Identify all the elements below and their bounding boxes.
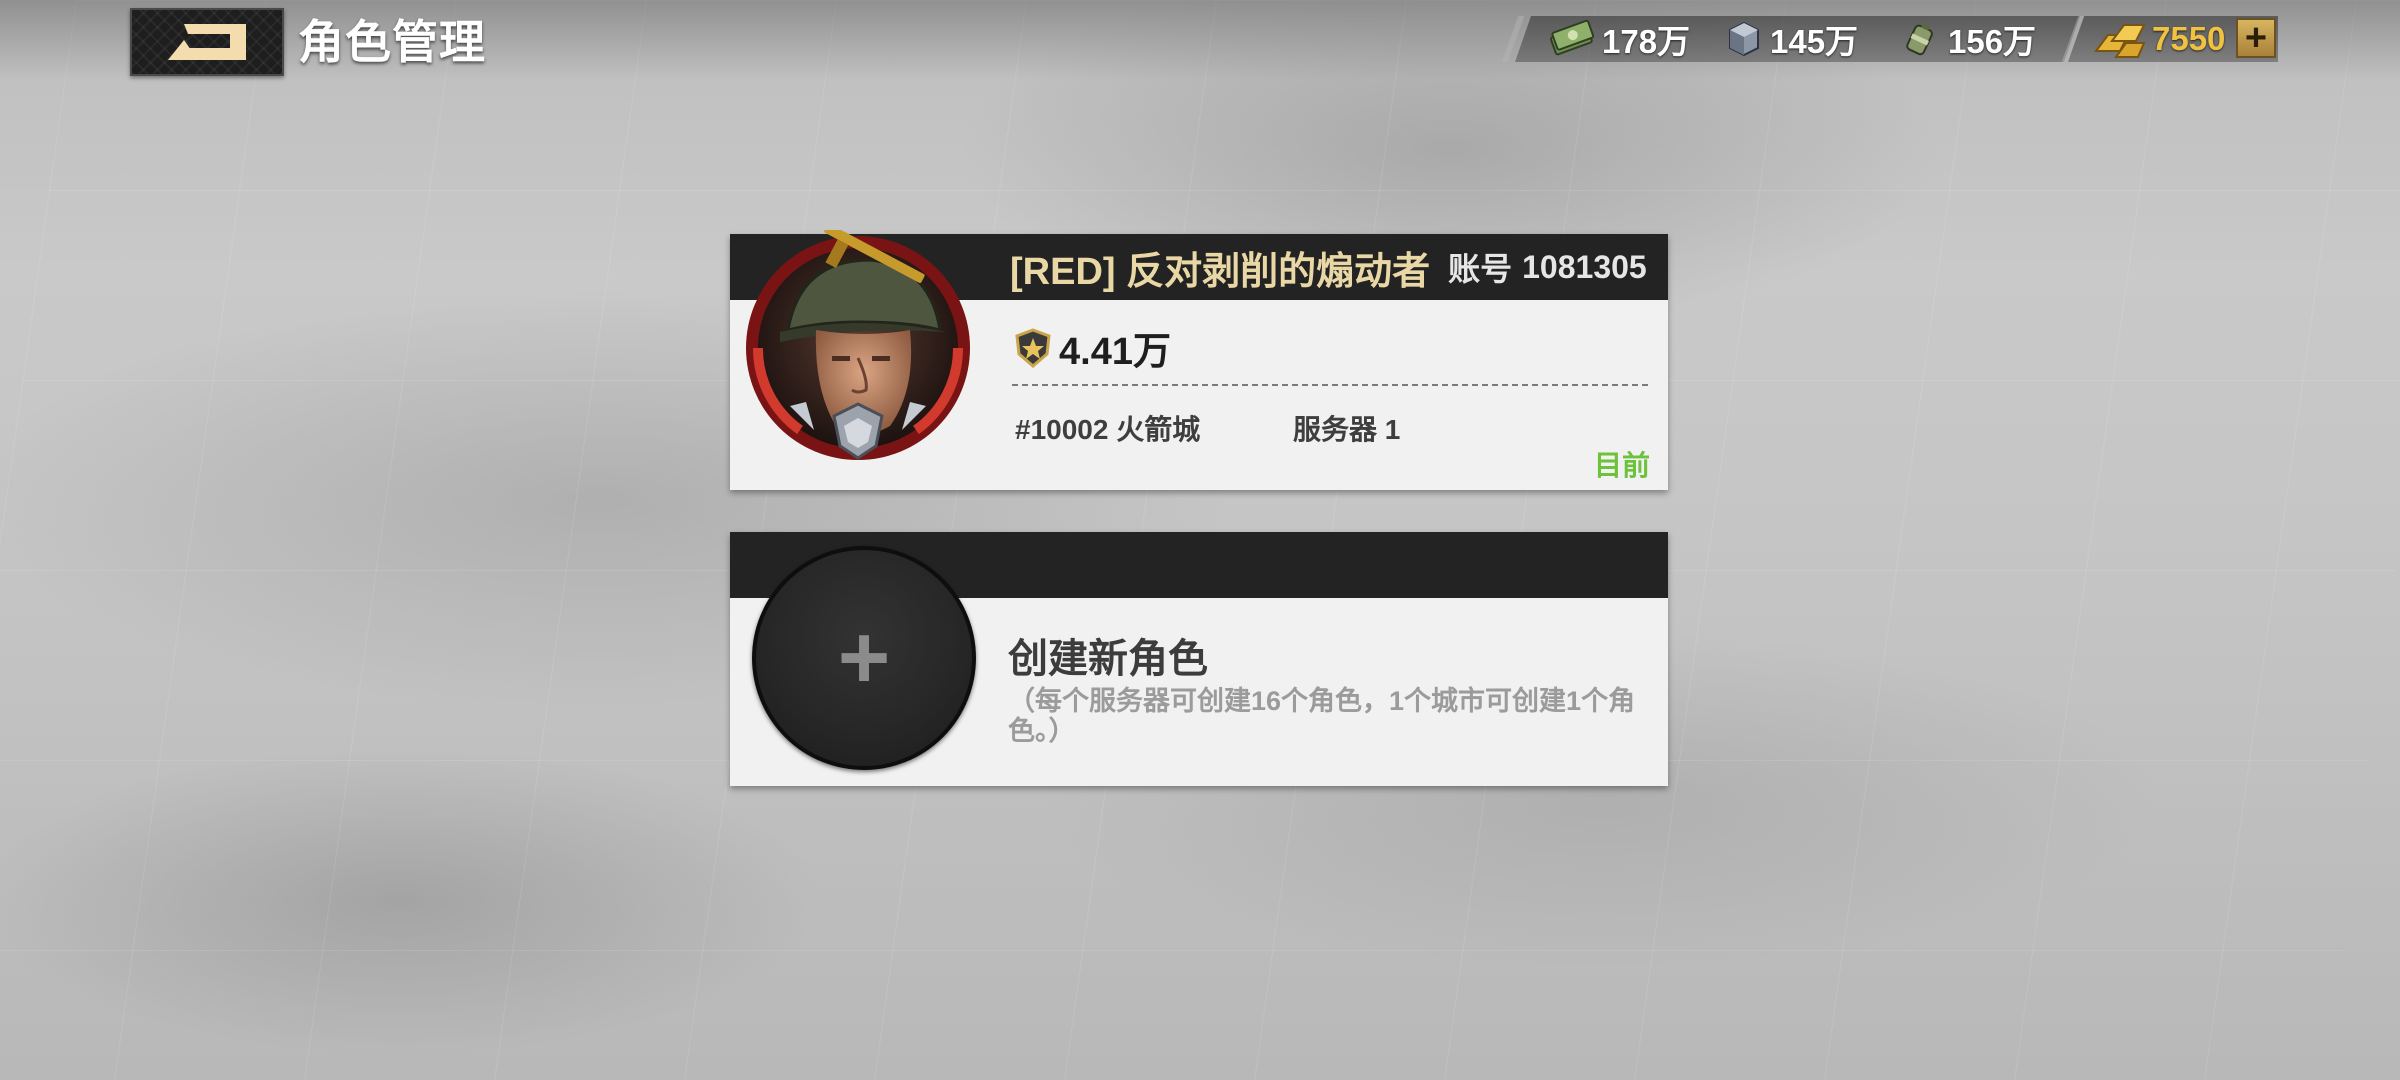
create-note: （每个服务器可创建16个角色，1个城市可创建1个角色。）	[1008, 686, 1636, 746]
account-id: 1081305	[1522, 248, 1647, 285]
cash-value: 178万	[1602, 23, 1691, 60]
account-label: 账号	[1448, 251, 1513, 287]
resource-oil[interactable]: 156万	[1900, 16, 2036, 62]
server-label: 服务器 1	[1293, 414, 1401, 445]
character-card[interactable]: [RED] 反对剥削的煽动者 账号 1081305 4.41万 #10002 火…	[730, 230, 1668, 490]
steel-icon	[1729, 21, 1759, 57]
steel-value: 145万	[1770, 23, 1859, 60]
divider	[1012, 384, 1648, 386]
create-title: 创建新角色	[1008, 637, 1208, 681]
create-character-card[interactable]: 创建新角色 （每个服务器可创建16个角色，1个城市可创建1个角色。） +	[730, 532, 1668, 786]
power-value: 4.41万	[1059, 331, 1171, 373]
create-character-button[interactable]: +	[752, 546, 976, 770]
power-row: 4.41万	[1015, 320, 1171, 375]
gold-value: 7550	[2152, 20, 2226, 57]
gold-bars-icon	[2094, 24, 2146, 58]
current-status: 目前	[1593, 450, 1650, 481]
cash-icon	[1549, 19, 1594, 56]
back-button[interactable]	[130, 8, 284, 76]
resource-gold[interactable]: 7550	[2092, 16, 2225, 62]
plus-icon: +	[837, 608, 891, 708]
add-gold-button[interactable]: +	[2236, 18, 2276, 58]
game-screen: 角色管理 178万 145万 156万 7550 + [RED] 反对剥削的煽动…	[0, 0, 2400, 1080]
oil-icon	[1906, 21, 1933, 56]
back-arrow-icon	[168, 24, 246, 60]
resource-cash[interactable]: 178万	[1548, 16, 1690, 62]
power-badge-icon	[1015, 327, 1051, 368]
page-title: 角色管理	[298, 16, 486, 68]
resource-steel[interactable]: 145万	[1726, 16, 1858, 62]
oil-value: 156万	[1948, 23, 2037, 60]
character-name: [RED] 反对剥削的煽动者	[1010, 250, 1431, 293]
city-label: #10002 火箭城	[1015, 414, 1201, 445]
character-avatar	[746, 230, 970, 460]
